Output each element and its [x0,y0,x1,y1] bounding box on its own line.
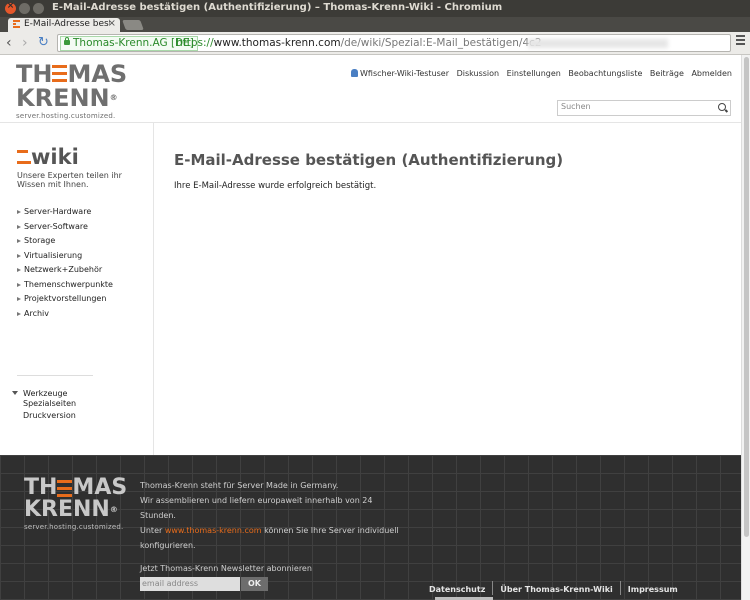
thomas-krenn-logo[interactable]: TH MAS KRENN® server.hosting.customized. [16,62,127,120]
footer-separator [619,581,621,595]
tab-label: E-Mail-Adresse bestätigen [24,19,110,29]
logo-line-1: TH MAS [16,60,128,88]
sidebar-item-themenschwerpunkte[interactable]: Themenschwerpunkte [17,278,113,293]
confirmation-message: Ihre E-Mail-Adresse wurde erfolgreich be… [174,181,377,191]
privacy-link[interactable]: Datenschutz [429,585,485,594]
logo-tagline: server.hosting.customized. [16,112,116,120]
footer-links: Datenschutz Über Thomas-Krenn-Wiki Impress… [429,581,678,595]
tools-section: Werkzeuge Spezialseiten Druckversion [12,389,76,421]
sidebar-item-storage[interactable]: Storage [17,234,113,249]
triangle-right-icon [17,297,21,301]
window-maximize-button[interactable] [33,3,44,14]
scrollbar-thumb[interactable] [744,57,749,537]
user-link[interactable]: Wfischer-Wiki-Testuser [360,69,449,78]
sidebar-item-projektvorstellungen[interactable]: Projektvorstellungen [17,292,113,307]
browser-toolbar: ‹ › ↻ Thomas-Krenn.AG [DE] https://www.t… [0,32,750,55]
window-titlebar: × E-Mail-Adresse bestätigen (Authentifiz… [0,0,750,17]
triangle-down-icon [12,391,18,395]
footer-logo-line-1: TH MAS [24,475,128,500]
search-input[interactable]: Suchen [557,100,731,116]
wiki-tagline: Unsere Experten teilen ihr Wissen mit Ih… [17,171,122,189]
footer-line-3: Unter www.thomas-krenn.com können Sie Ih… [140,526,399,535]
footer-line-2: Wir assemblieren und liefern europaweit … [140,496,373,520]
triangle-right-icon [17,210,21,214]
url-path: /de/wiki/Spezial:E-Mail_bestätigen/4c2 [340,37,542,49]
search-icon[interactable] [718,103,726,111]
triangle-right-icon [17,239,21,243]
about-wiki-link[interactable]: Über Thomas-Krenn-Wiki [500,585,612,594]
triangle-right-icon [17,311,21,316]
special-pages-link[interactable]: Spezialseiten [23,398,76,410]
new-tab-button[interactable] [122,20,144,30]
imprint-link[interactable]: Impressum [628,585,678,594]
footer-logo[interactable]: TH MAS KRENN® server.hosting.customized. [24,475,128,532]
user-navigation: Wfischer-Wiki-Testuser Diskussion Einste… [346,69,732,78]
footer-separator [492,581,494,595]
triangle-right-icon [17,253,21,258]
footer: TH MAS KRENN® server.hosting.customized. … [0,455,741,600]
window-title: E-Mail-Adresse bestätigen (Authentifizie… [52,2,503,13]
url-scheme: https:// [176,37,214,49]
discussion-link[interactable]: Diskussion [457,69,500,78]
watchlist-link[interactable]: Beobachtungsliste [568,69,642,78]
back-arrow-icon[interactable]: ‹ [6,35,12,51]
user-icon [351,69,358,77]
url-host: www.thomas-krenn.com [213,37,341,49]
footer-logo-line-2: KRENN® [24,497,118,522]
window-minimize-button[interactable] [19,3,30,14]
logo-line-2: KRENN® [16,84,118,112]
page-title: E-Mail-Adresse bestätigen (Authentifizie… [174,151,564,169]
wiki-bars-icon [17,150,31,165]
wiki-logo[interactable]: wiki [17,147,79,168]
address-bar[interactable]: Thomas-Krenn.AG [DE] https://www.thomas-… [57,34,731,52]
url-text[interactable]: https://www.thomas-krenn.com/de/wiki/Spe… [176,35,542,51]
newsletter-label: Jetzt Thomas-Krenn Newsletter abonnieren [140,564,312,573]
vertical-scrollbar[interactable] [741,55,750,600]
footer-line-4: konfigurieren. [140,541,196,550]
web-page: TH MAS KRENN® server.hosting.customized. … [0,55,741,600]
sidebar-item-netzwerk[interactable]: Netzwerk+Zubehör [17,263,113,278]
hamburger-menu-icon[interactable] [736,35,745,47]
triangle-right-icon [17,224,21,229]
thomas-krenn-favicon-icon [13,20,20,29]
tab-close-icon[interactable]: × [108,18,116,29]
tab-strip: E-Mail-Adresse bestätigen × [0,17,750,32]
sidebar-divider [17,375,93,376]
forward-arrow-icon[interactable]: › [22,35,28,51]
window-close-button[interactable]: × [5,1,16,14]
newsletter-ok-button[interactable]: OK [241,577,268,591]
lock-icon [64,37,70,45]
browser-tab[interactable]: E-Mail-Adresse bestätigen × [8,18,120,32]
logo-bars-icon [52,65,68,82]
logout-link[interactable]: Abmelden [691,69,732,78]
footer-website-link[interactable]: www.thomas-krenn.com [165,526,262,535]
newsletter-email-input[interactable]: email address [140,577,240,591]
sidebar-nav: Server-Hardware Server-Software Storage … [17,205,113,321]
sidebar-item-virtualisierung[interactable]: Virtualisierung [17,249,113,264]
print-version-link[interactable]: Druckversion [23,410,76,422]
triangle-right-icon [17,268,21,272]
reload-icon[interactable]: ↻ [38,35,49,51]
sidebar-item-archiv[interactable]: Archiv [17,307,113,322]
sidebar: wiki Unsere Experten teilen ihr Wissen m… [0,123,154,455]
tools-toggle[interactable]: Werkzeuge [12,389,76,398]
search-placeholder: Suchen [561,102,591,111]
triangle-right-icon [17,282,21,287]
sidebar-item-server-software[interactable]: Server-Software [17,220,113,235]
url-redacted [528,39,668,48]
contributions-link[interactable]: Beiträge [650,69,684,78]
footer-line-1: Thomas-Krenn steht für Server Made in Ge… [140,481,339,490]
close-icon: × [6,1,15,11]
preferences-link[interactable]: Einstellungen [507,69,561,78]
sidebar-item-server-hardware[interactable]: Server-Hardware [17,205,113,220]
footer-about-text: Thomas-Krenn steht für Server Made in Ge… [140,478,410,553]
footer-logo-tagline: server.hosting.customized. [24,523,124,531]
email-placeholder: email address [142,579,199,588]
footer-logo-bars-icon [57,480,73,497]
